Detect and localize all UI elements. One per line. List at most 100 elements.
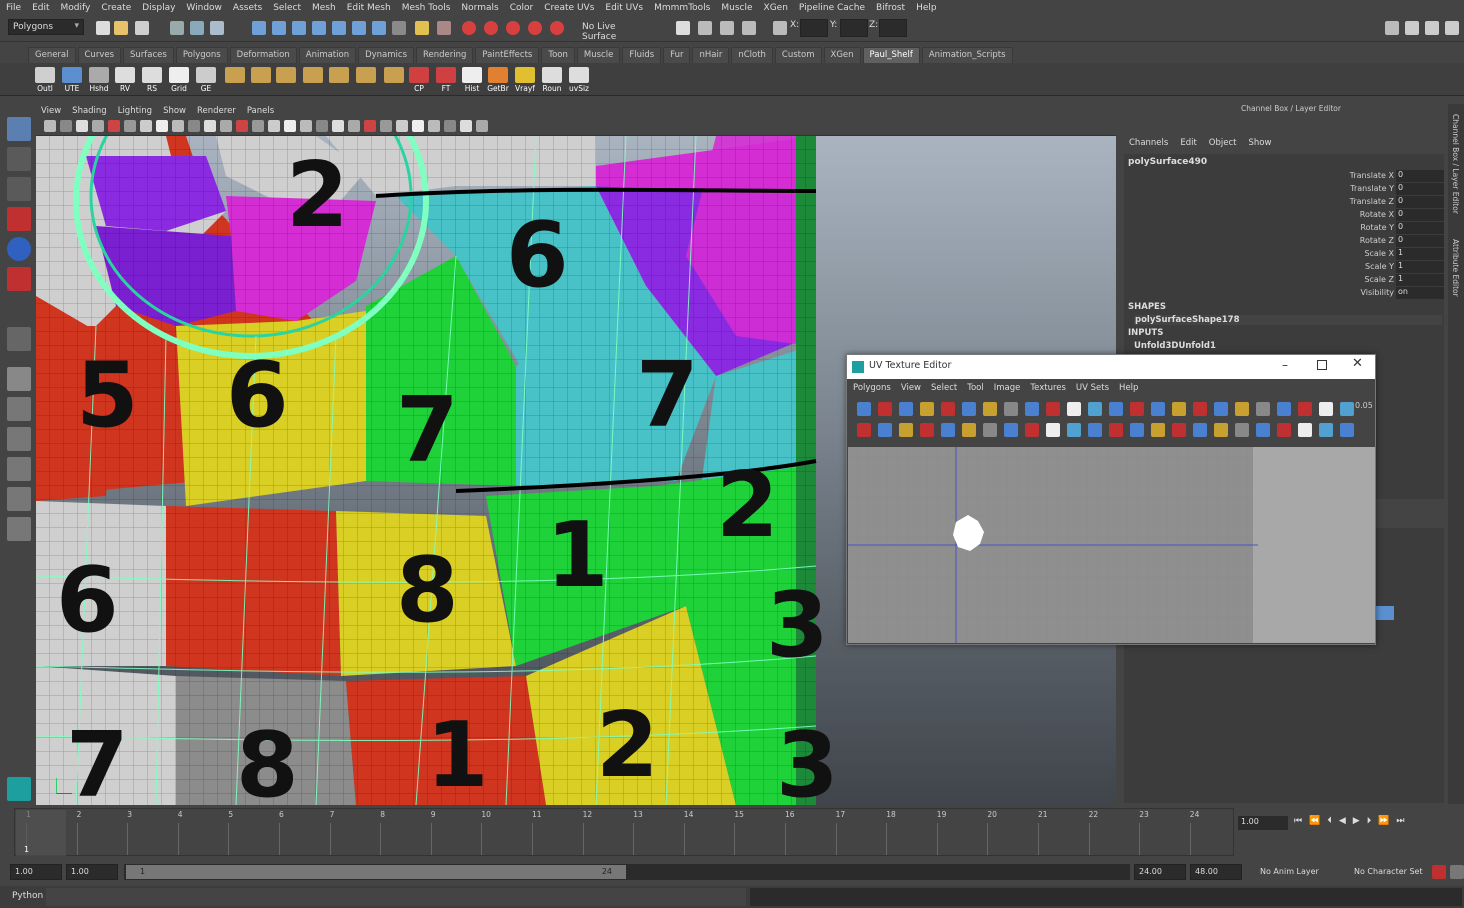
select-by-object-icon[interactable] bbox=[190, 21, 204, 35]
snap-curve-icon[interactable] bbox=[272, 21, 286, 35]
viewport-tool-icon[interactable] bbox=[236, 120, 248, 132]
channel-row[interactable]: Rotate Y0 bbox=[1204, 222, 1444, 235]
uv-value-field[interactable]: 0.05 bbox=[1355, 401, 1373, 410]
uv-tool-icon[interactable] bbox=[899, 402, 913, 416]
uv-tool-icon[interactable] bbox=[1193, 402, 1207, 416]
viewport-tool-icon[interactable] bbox=[268, 120, 280, 132]
uv-tool-icon[interactable] bbox=[962, 402, 976, 416]
uv-menu-uv-sets[interactable]: UV Sets bbox=[1076, 383, 1109, 393]
channel-box-toggle-icon[interactable] bbox=[1445, 21, 1459, 35]
snap-grid-icon[interactable] bbox=[252, 21, 266, 35]
shelf-button-roun[interactable]: Roun bbox=[541, 67, 563, 93]
channel-value[interactable]: 0 bbox=[1396, 235, 1444, 247]
character-set-selector[interactable]: No Character Set bbox=[1354, 867, 1423, 876]
scale-tool-icon[interactable] bbox=[7, 267, 31, 291]
shelf-tab-dynamics[interactable]: Dynamics bbox=[358, 47, 414, 63]
move-tool-icon[interactable] bbox=[7, 207, 31, 231]
shelf-tab-nhair[interactable]: nHair bbox=[692, 47, 729, 63]
shelf-tab-ncloth[interactable]: nCloth bbox=[731, 47, 773, 63]
shelf-tab-rendering[interactable]: Rendering bbox=[416, 47, 473, 63]
uv-tool-icon[interactable] bbox=[1151, 402, 1165, 416]
hypershade-icon[interactable] bbox=[528, 21, 542, 35]
uv-tool-icon[interactable] bbox=[1256, 402, 1270, 416]
viewport-menu-renderer[interactable]: Renderer bbox=[197, 106, 236, 116]
shelf-tab-animation-scripts[interactable]: Animation_Scripts bbox=[922, 47, 1013, 63]
menu-create-uvs[interactable]: Create UVs bbox=[544, 3, 594, 13]
play-back-icon[interactable]: ◀ bbox=[1339, 816, 1346, 830]
go-to-start-icon[interactable]: ⏮ bbox=[1294, 816, 1302, 830]
uv-tool-icon[interactable] bbox=[1214, 402, 1228, 416]
layout-icon[interactable] bbox=[1385, 21, 1399, 35]
y-field[interactable] bbox=[840, 19, 868, 37]
z-field[interactable] bbox=[879, 19, 907, 37]
shelf-tab-paul-shelf[interactable]: Paul_Shelf bbox=[863, 47, 920, 63]
viewport-menu-shading[interactable]: Shading bbox=[72, 106, 107, 116]
menu-normals[interactable]: Normals bbox=[461, 3, 498, 13]
shelf-tab-animation[interactable]: Animation bbox=[299, 47, 356, 63]
shelf-button-grid[interactable]: Grid bbox=[168, 67, 190, 93]
shelf-button-tool-8[interactable] bbox=[250, 67, 272, 84]
persp-outliner-layout-icon[interactable] bbox=[7, 427, 31, 451]
history-icon[interactable] bbox=[415, 21, 429, 35]
menu-file[interactable]: File bbox=[6, 3, 21, 13]
viewport-tool-icon[interactable] bbox=[476, 120, 488, 132]
uv-tool-icon[interactable] bbox=[1340, 402, 1354, 416]
uv-tool-icon[interactable] bbox=[962, 423, 976, 437]
layer-color-swatch[interactable] bbox=[1376, 606, 1394, 620]
menu-pipeline-cache[interactable]: Pipeline Cache bbox=[799, 3, 865, 13]
animation-preferences-icon[interactable] bbox=[1450, 865, 1464, 879]
maximize-icon[interactable] bbox=[1317, 360, 1327, 370]
channel-box-side-tab[interactable]: Channel Box / Layer Editor bbox=[1451, 114, 1460, 234]
channel-row[interactable]: Translate Z0 bbox=[1204, 196, 1444, 209]
range-bar[interactable]: 1 24 bbox=[126, 865, 626, 879]
shelf-button-ft[interactable]: FT bbox=[435, 67, 457, 93]
viewport-tool-icon[interactable] bbox=[252, 120, 264, 132]
step-forward-key-icon[interactable]: ⏵ bbox=[1367, 816, 1372, 830]
viewport-menu-view[interactable]: View bbox=[41, 106, 61, 116]
save-scene-icon[interactable] bbox=[135, 21, 149, 35]
shelf-tab-polygons[interactable]: Polygons bbox=[176, 47, 228, 63]
shelf-button-vrayf[interactable]: Vrayf bbox=[514, 67, 536, 93]
modeling-toolkit-icon[interactable] bbox=[1405, 21, 1419, 35]
persp-graph-layout-icon[interactable] bbox=[7, 457, 31, 481]
uv-tool-icon[interactable] bbox=[1109, 402, 1123, 416]
uv-tool-icon[interactable] bbox=[1109, 423, 1123, 437]
uv-tool-icon[interactable] bbox=[1088, 423, 1102, 437]
menu-xgen[interactable]: XGen bbox=[764, 3, 788, 13]
minimize-icon[interactable]: – bbox=[1282, 358, 1288, 372]
channel-value[interactable]: 0 bbox=[1396, 222, 1444, 234]
shelf-button-cp[interactable]: CP bbox=[408, 67, 430, 93]
uv-tool-icon[interactable] bbox=[1025, 423, 1039, 437]
channel-row[interactable]: Rotate Z0 bbox=[1204, 235, 1444, 248]
channel-value[interactable]: 0 bbox=[1396, 183, 1444, 195]
channel-value[interactable]: 0 bbox=[1396, 196, 1444, 208]
channel-value[interactable]: 0 bbox=[1396, 209, 1444, 221]
viewport-tool-icon[interactable] bbox=[428, 120, 440, 132]
uv-tool-icon[interactable] bbox=[1319, 402, 1333, 416]
viewport-tool-icon[interactable] bbox=[348, 120, 360, 132]
viewport-tool-icon[interactable] bbox=[76, 120, 88, 132]
uv-tool-icon[interactable] bbox=[1235, 402, 1249, 416]
menu-help[interactable]: Help bbox=[916, 3, 937, 13]
shelf-tab-toon[interactable]: Toon bbox=[541, 47, 575, 63]
channel-row[interactable]: Scale Y1 bbox=[1204, 261, 1444, 274]
channel-box-menu-show[interactable]: Show bbox=[1248, 138, 1271, 152]
menu-muscle[interactable]: Muscle bbox=[721, 3, 752, 13]
viewport-tool-icon[interactable] bbox=[220, 120, 232, 132]
menu-edit[interactable]: Edit bbox=[32, 3, 49, 13]
shelf-button-outl[interactable]: Outl bbox=[34, 67, 56, 93]
shelf-button-getbr[interactable]: GetBr bbox=[487, 67, 509, 93]
uv-tool-icon[interactable] bbox=[1046, 402, 1060, 416]
viewport-tool-icon[interactable] bbox=[60, 120, 72, 132]
play-forward-icon[interactable]: ▶ bbox=[1353, 816, 1360, 830]
step-back-key-icon[interactable]: ⏴ bbox=[1327, 816, 1332, 830]
channel-row[interactable]: Translate X0 bbox=[1204, 170, 1444, 183]
menu-assets[interactable]: Assets bbox=[233, 3, 262, 13]
uv-tool-icon[interactable] bbox=[1046, 423, 1060, 437]
uv-tool-icon[interactable] bbox=[1340, 423, 1354, 437]
viewport-tool-icon[interactable] bbox=[332, 120, 344, 132]
uv-menu-polygons[interactable]: Polygons bbox=[853, 383, 891, 393]
uv-tool-icon[interactable] bbox=[1004, 402, 1018, 416]
uv-tool-icon[interactable] bbox=[1277, 423, 1291, 437]
new-scene-icon[interactable] bbox=[96, 21, 110, 35]
